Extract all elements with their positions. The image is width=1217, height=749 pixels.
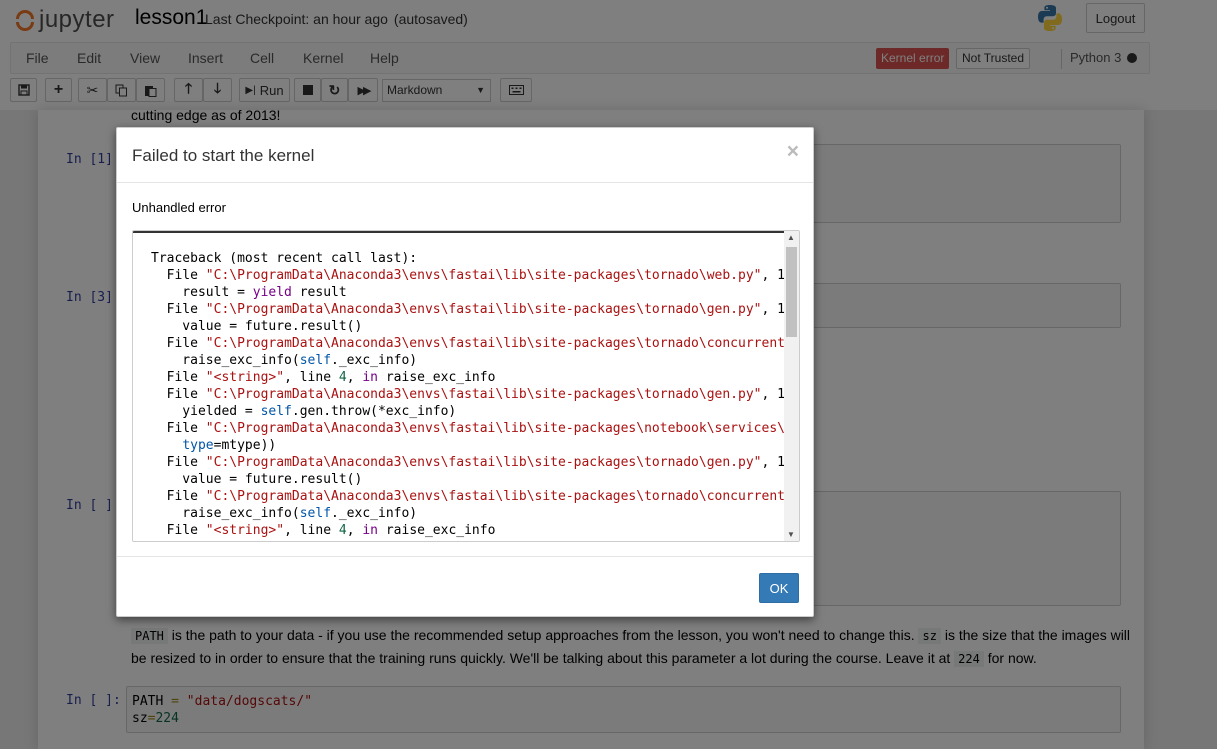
trace-line: result = yield result bbox=[151, 285, 347, 300]
trace-line: value = future.result() bbox=[151, 319, 363, 334]
trace-line: File "C:\ProgramData\Anaconda3\envs\fast… bbox=[151, 336, 784, 351]
modal-footer: OK bbox=[117, 556, 813, 616]
trace-line: Traceback (most recent call last): bbox=[151, 251, 418, 266]
modal-title: Failed to start the kernel bbox=[132, 146, 315, 165]
trace-line: File "C:\ProgramData\Anaconda3\envs\fast… bbox=[151, 268, 784, 283]
close-icon[interactable]: × bbox=[787, 140, 799, 164]
trace-line: raise_exc_info(self._exc_info) bbox=[151, 506, 418, 521]
trace-line: raise_exc_info(self._exc_info) bbox=[151, 353, 418, 368]
trace-line: File "C:\ProgramData\Anaconda3\envs\fast… bbox=[151, 421, 784, 436]
scroll-up-icon[interactable]: ▲ bbox=[787, 233, 795, 242]
trace-line: File "C:\ProgramData\Anaconda3\envs\fast… bbox=[151, 455, 784, 470]
scroll-down-icon[interactable]: ▼ bbox=[787, 530, 795, 539]
error-label: Unhandled error bbox=[132, 200, 226, 215]
trace-line: File "C:\ProgramData\Anaconda3\envs\fast… bbox=[151, 302, 784, 317]
scroll-thumb[interactable] bbox=[786, 247, 797, 337]
trace-line: File "<string>", line 4, in raise_exc_in… bbox=[151, 370, 496, 385]
trace-line: File "<string>", line 4, in raise_exc_in… bbox=[151, 523, 496, 538]
traceback-scrollbar[interactable]: ▲ ▼ bbox=[784, 231, 799, 541]
trace-line: File "C:\ProgramData\Anaconda3\envs\fast… bbox=[151, 387, 784, 402]
trace-line: yielded = self.gen.throw(*exc_info) bbox=[151, 404, 457, 419]
kernel-error-dialog: Failed to start the kernel × Unhandled e… bbox=[116, 127, 814, 617]
traceback-box[interactable]: Traceback (most recent call last): File … bbox=[132, 230, 800, 542]
ok-button[interactable]: OK bbox=[759, 573, 799, 603]
modal-header: Failed to start the kernel × bbox=[117, 128, 813, 183]
trace-line: type=mtype)) bbox=[182, 438, 277, 453]
trace-line: File "C:\ProgramData\Anaconda3\envs\fast… bbox=[151, 489, 784, 504]
trace-line: value = future.result() bbox=[151, 472, 363, 487]
traceback-text: Traceback (most recent call last): File … bbox=[133, 231, 784, 541]
